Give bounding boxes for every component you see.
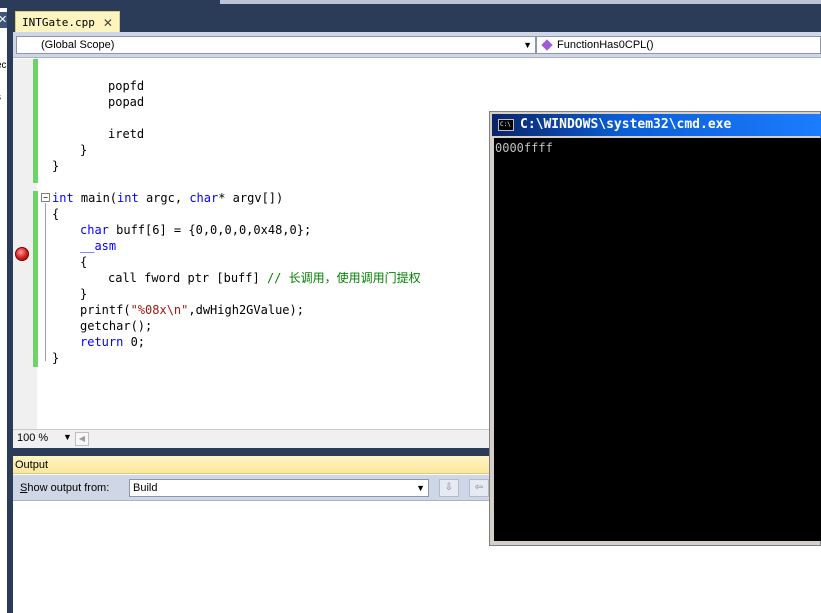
code-line: {: [52, 207, 60, 221]
chevron-down-icon: ▼: [416, 483, 425, 493]
code-line-main: int main(int argc, char* argv[]): [52, 191, 284, 205]
console-window[interactable]: C:\ C:\WINDOWS\system32\cmd.exe 0000ffff: [489, 111, 821, 546]
code-line: iretd: [108, 127, 145, 141]
side-panel-close-icon[interactable]: ✕: [0, 12, 7, 28]
code-line: }: [52, 351, 60, 365]
navigation-bar: (Global Scope) ▼ FunctionHas0CPL(): [13, 32, 821, 58]
side-panel-text-fragment: s: [0, 92, 1, 103]
scroll-left-icon[interactable]: ◀: [75, 432, 89, 446]
change-indicator-bar: [33, 191, 38, 367]
show-output-label: Show output from:: [20, 482, 110, 494]
code-line: {: [80, 255, 88, 269]
code-line: }: [52, 159, 60, 173]
fold-guide: [45, 203, 46, 361]
console-output[interactable]: 0000ffff: [494, 138, 821, 541]
function-dropdown[interactable]: FunctionHas0CPL(): [536, 36, 821, 54]
output-source-value: Build: [133, 482, 158, 494]
code-line: popfd: [108, 79, 145, 93]
code-line: }: [80, 287, 88, 301]
scope-value: (Global Scope): [41, 39, 115, 51]
tab-close-icon[interactable]: ✕: [103, 16, 113, 30]
console-title-text: C:\WINDOWS\system32\cmd.exe: [520, 117, 732, 132]
console-output-text: 0000ffff: [495, 141, 553, 155]
tab-label: INTGate.cpp: [22, 16, 95, 29]
title-highlight: [220, 0, 821, 4]
code-line: }: [80, 143, 88, 157]
output-source-dropdown[interactable]: Build ▼: [129, 479, 429, 497]
code-line-return: return 0;: [80, 335, 146, 349]
window-top-strip: [0, 0, 821, 8]
document-tab-bar: INTGate.cpp ✕: [13, 8, 821, 33]
code-line-printf: printf("%08x\n",dwHigh2GValue);: [80, 303, 304, 317]
cmd-icon: C:\: [498, 119, 514, 131]
code-line-asm: __asm: [80, 239, 117, 253]
tab-intgate-cpp[interactable]: INTGate.cpp ✕: [15, 11, 120, 33]
change-indicator-bar: [33, 59, 38, 183]
side-panel-text-fragment: ec: [0, 60, 7, 71]
side-panel: ✕ ec s: [0, 8, 10, 613]
chevron-down-icon: ▼: [523, 40, 532, 50]
breakpoint-icon[interactable]: [15, 247, 29, 261]
code-line: popad: [108, 95, 145, 109]
zoom-level[interactable]: 100 %: [17, 432, 48, 444]
code-line: getchar();: [80, 319, 153, 333]
method-icon: [541, 39, 553, 51]
chevron-down-icon[interactable]: ▼: [63, 432, 72, 442]
code-line-call: call fword ptr [buff] // 长调用，使用调用门提权: [108, 271, 421, 285]
scope-dropdown[interactable]: (Global Scope) ▼: [16, 36, 536, 54]
find-message-icon[interactable]: ⇩: [439, 479, 459, 497]
function-value: FunctionHas0CPL(): [557, 39, 654, 51]
collapse-icon[interactable]: −: [41, 193, 50, 202]
console-title-bar[interactable]: C:\ C:\WINDOWS\system32\cmd.exe: [492, 114, 821, 136]
code-line-buff: char buff[6] = {0,0,0,0,0x48,0};: [80, 223, 312, 237]
previous-message-icon[interactable]: ⇦: [469, 479, 489, 497]
